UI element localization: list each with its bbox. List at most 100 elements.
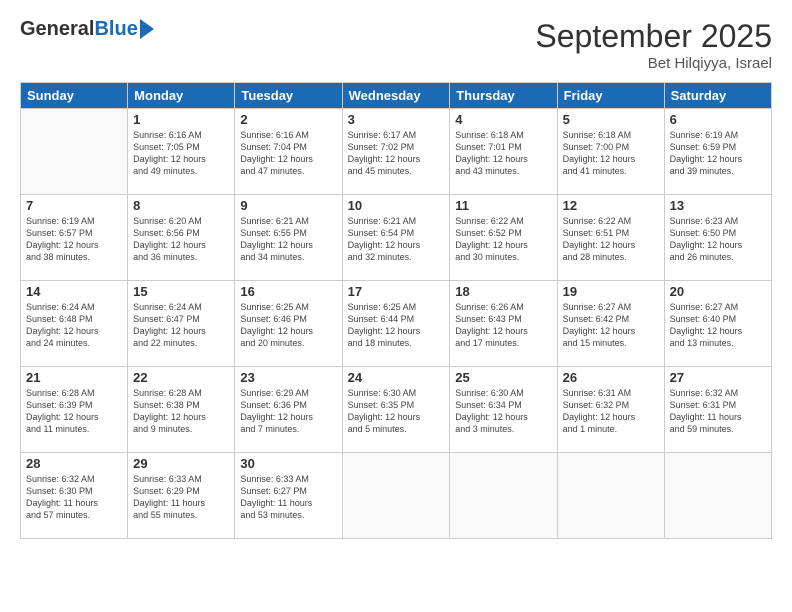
day-number: 21: [26, 370, 122, 385]
calendar-day-5: 5 Sunrise: 6:18 AMSunset: 7:00 PMDaylight…: [557, 109, 664, 195]
day-number: 23: [240, 370, 336, 385]
calendar-week-row: 28Sunrise: 6:32 AMSunset: 6:30 PMDayligh…: [21, 453, 772, 539]
day-number: 11: [455, 198, 551, 213]
day-info: Sunrise: 6:17 AMSunset: 7:02 PMDaylight:…: [348, 129, 445, 178]
page: General Blue September 2025 Bet Hilqiyya…: [0, 0, 792, 612]
day-number: 16: [240, 284, 336, 299]
calendar-day-19: 19Sunrise: 6:27 AMSunset: 6:42 PMDayligh…: [557, 281, 664, 367]
calendar-day-4: 4 Sunrise: 6:18 AMSunset: 7:01 PMDaylight…: [450, 109, 557, 195]
day-number: 30: [240, 456, 336, 471]
calendar-day-13: 13Sunrise: 6:23 AMSunset: 6:50 PMDayligh…: [664, 195, 771, 281]
weekday-header-friday: Friday: [557, 83, 664, 109]
day-number: 25: [455, 370, 551, 385]
day-number: 5: [563, 112, 659, 127]
calendar-day-16: 16 Sunrise: 6:25 AMSunset: 6:46 PMDayligh…: [235, 281, 342, 367]
logo-arrow-icon: [140, 19, 154, 39]
day-number: 27: [670, 370, 766, 385]
day-number: 7: [26, 198, 122, 213]
logo-general-text: General: [20, 18, 94, 41]
day-number: 26: [563, 370, 659, 385]
weekday-header-row: SundayMondayTuesdayWednesdayThursdayFrid…: [21, 83, 772, 109]
calendar-table: SundayMondayTuesdayWednesdayThursdayFrid…: [20, 82, 772, 539]
day-number: 4: [455, 112, 551, 127]
calendar-day-3: 3 Sunrise: 6:17 AMSunset: 7:02 PMDaylight…: [342, 109, 450, 195]
day-info: Sunrise: 6:31 AMSunset: 6:32 PMDaylight:…: [563, 387, 659, 436]
day-info: Sunrise: 6:16 AMSunset: 7:05 PMDaylight:…: [133, 129, 229, 178]
day-info: Sunrise: 6:18 AMSunset: 7:00 PMDaylight:…: [563, 129, 659, 178]
day-info: Sunrise: 6:19 AMSunset: 6:59 PMDaylight:…: [670, 129, 766, 178]
day-info: Sunrise: 6:33 AMSunset: 6:29 PMDaylight:…: [133, 473, 229, 522]
day-number: 19: [563, 284, 659, 299]
day-number: 29: [133, 456, 229, 471]
logo-blue-text: Blue: [94, 18, 137, 41]
calendar-day-8: 8 Sunrise: 6:20 AMSunset: 6:56 PMDaylight…: [128, 195, 235, 281]
calendar-day-27: 27Sunrise: 6:32 AMSunset: 6:31 PMDayligh…: [664, 367, 771, 453]
weekday-header-tuesday: Tuesday: [235, 83, 342, 109]
header: General Blue September 2025 Bet Hilqiyya…: [20, 18, 772, 72]
weekday-header-monday: Monday: [128, 83, 235, 109]
day-info: Sunrise: 6:22 AMSunset: 6:52 PMDaylight:…: [455, 215, 551, 264]
day-info: Sunrise: 6:21 AMSunset: 6:55 PMDaylight:…: [240, 215, 336, 264]
day-info: Sunrise: 6:24 AMSunset: 6:48 PMDaylight:…: [26, 301, 122, 350]
day-number: 28: [26, 456, 122, 471]
day-number: 20: [670, 284, 766, 299]
day-number: 10: [348, 198, 445, 213]
calendar-day-2: 2 Sunrise: 6:16 AMSunset: 7:04 PMDaylight…: [235, 109, 342, 195]
day-number: 8: [133, 198, 229, 213]
day-number: 3: [348, 112, 445, 127]
day-info: Sunrise: 6:25 AMSunset: 6:44 PMDaylight:…: [348, 301, 445, 350]
calendar-day-12: 12 Sunrise: 6:22 AMSunset: 6:51 PMDayligh…: [557, 195, 664, 281]
day-info: Sunrise: 6:19 AMSunset: 6:57 PMDaylight:…: [26, 215, 122, 264]
day-number: 17: [348, 284, 445, 299]
calendar-day-15: 15 Sunrise: 6:24 AMSunset: 6:47 PMDayligh…: [128, 281, 235, 367]
calendar-day-18: 18Sunrise: 6:26 AMSunset: 6:43 PMDayligh…: [450, 281, 557, 367]
day-number: 22: [133, 370, 229, 385]
calendar-day-29: 29 Sunrise: 6:33 AMSunset: 6:29 PMDayligh…: [128, 453, 235, 539]
calendar-day-26: 26 Sunrise: 6:31 AMSunset: 6:32 PMDayligh…: [557, 367, 664, 453]
day-info: Sunrise: 6:21 AMSunset: 6:54 PMDaylight:…: [348, 215, 445, 264]
day-number: 14: [26, 284, 122, 299]
calendar-day-empty: [557, 453, 664, 539]
day-number: 1: [133, 112, 229, 127]
day-info: Sunrise: 6:28 AMSunset: 6:39 PMDaylight:…: [26, 387, 122, 436]
day-info: Sunrise: 6:30 AMSunset: 6:35 PMDaylight:…: [348, 387, 445, 436]
calendar-day-28: 28Sunrise: 6:32 AMSunset: 6:30 PMDayligh…: [21, 453, 128, 539]
calendar-day-9: 9Sunrise: 6:21 AMSunset: 6:55 PMDaylight…: [235, 195, 342, 281]
day-number: 18: [455, 284, 551, 299]
day-info: Sunrise: 6:28 AMSunset: 6:38 PMDaylight:…: [133, 387, 229, 436]
day-number: 24: [348, 370, 445, 385]
day-info: Sunrise: 6:22 AMSunset: 6:51 PMDaylight:…: [563, 215, 659, 264]
calendar-day-14: 14 Sunrise: 6:24 AMSunset: 6:48 PMDayligh…: [21, 281, 128, 367]
calendar-day-17: 17 Sunrise: 6:25 AMSunset: 6:44 PMDayligh…: [342, 281, 450, 367]
calendar-day-1: 1 Sunrise: 6:16 AMSunset: 7:05 PMDaylight…: [128, 109, 235, 195]
calendar-week-row: 7 Sunrise: 6:19 AMSunset: 6:57 PMDaylight…: [21, 195, 772, 281]
location-subtitle: Bet Hilqiyya, Israel: [535, 55, 772, 72]
logo: General Blue: [20, 18, 154, 41]
day-number: 15: [133, 284, 229, 299]
calendar-day-21: 21 Sunrise: 6:28 AMSunset: 6:39 PMDayligh…: [21, 367, 128, 453]
day-number: 6: [670, 112, 766, 127]
day-number: 2: [240, 112, 336, 127]
day-info: Sunrise: 6:29 AMSunset: 6:36 PMDaylight:…: [240, 387, 336, 436]
calendar-day-empty: [450, 453, 557, 539]
calendar-day-23: 23 Sunrise: 6:29 AMSunset: 6:36 PMDayligh…: [235, 367, 342, 453]
calendar-day-7: 7 Sunrise: 6:19 AMSunset: 6:57 PMDaylight…: [21, 195, 128, 281]
day-info: Sunrise: 6:20 AMSunset: 6:56 PMDaylight:…: [133, 215, 229, 264]
calendar-day-22: 22 Sunrise: 6:28 AMSunset: 6:38 PMDayligh…: [128, 367, 235, 453]
weekday-header-thursday: Thursday: [450, 83, 557, 109]
calendar-day-10: 10 Sunrise: 6:21 AMSunset: 6:54 PMDayligh…: [342, 195, 450, 281]
day-info: Sunrise: 6:25 AMSunset: 6:46 PMDaylight:…: [240, 301, 336, 350]
calendar-week-row: 21 Sunrise: 6:28 AMSunset: 6:39 PMDayligh…: [21, 367, 772, 453]
day-number: 12: [563, 198, 659, 213]
calendar-week-row: 1 Sunrise: 6:16 AMSunset: 7:05 PMDaylight…: [21, 109, 772, 195]
calendar-week-row: 14 Sunrise: 6:24 AMSunset: 6:48 PMDayligh…: [21, 281, 772, 367]
weekday-header-sunday: Sunday: [21, 83, 128, 109]
weekday-header-saturday: Saturday: [664, 83, 771, 109]
calendar-day-6: 6 Sunrise: 6:19 AMSunset: 6:59 PMDaylight…: [664, 109, 771, 195]
day-number: 13: [670, 198, 766, 213]
day-info: Sunrise: 6:18 AMSunset: 7:01 PMDaylight:…: [455, 129, 551, 178]
calendar-day-20: 20Sunrise: 6:27 AMSunset: 6:40 PMDayligh…: [664, 281, 771, 367]
day-info: Sunrise: 6:24 AMSunset: 6:47 PMDaylight:…: [133, 301, 229, 350]
calendar-day-24: 24 Sunrise: 6:30 AMSunset: 6:35 PMDayligh…: [342, 367, 450, 453]
day-info: Sunrise: 6:16 AMSunset: 7:04 PMDaylight:…: [240, 129, 336, 178]
